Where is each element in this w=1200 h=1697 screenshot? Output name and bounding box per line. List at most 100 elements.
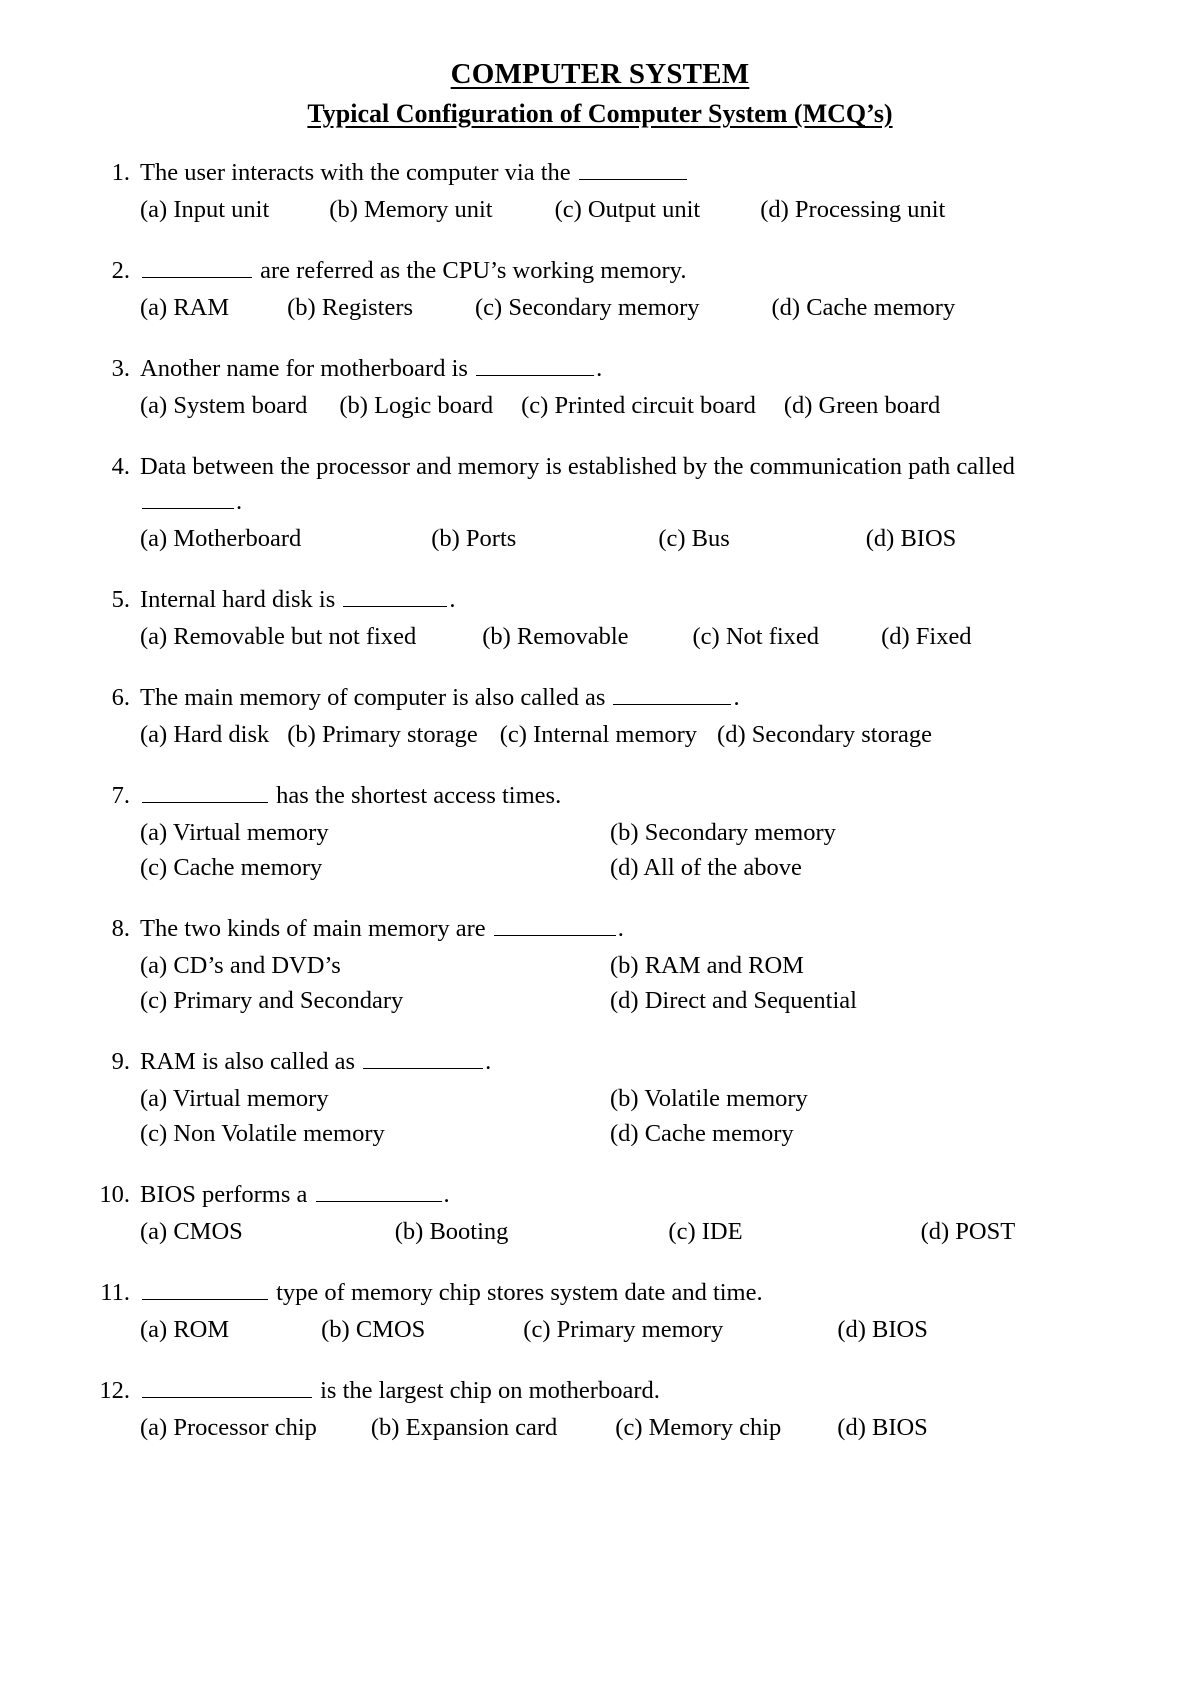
option-choice[interactable]: (b) Ports — [431, 521, 516, 556]
option-list: (a) RAM (b) Registers (c) Secondary memory… — [140, 290, 1114, 325]
question-body: The two kinds of main memory are . (a) CD… — [140, 911, 1114, 1018]
question-body: has the shortest access times. (a) Virtua… — [140, 778, 1114, 885]
option-choice[interactable]: (b) Logic board — [339, 388, 493, 423]
option-choice[interactable]: (c) Output unit — [555, 192, 701, 227]
answer-blank[interactable] — [476, 359, 595, 376]
option-choice[interactable]: (d) Cache memory — [772, 290, 956, 325]
option-choice[interactable]: (b) Expansion card — [371, 1410, 557, 1445]
answer-blank[interactable] — [343, 590, 448, 607]
option-choice[interactable]: (c) IDE — [668, 1214, 742, 1249]
option-list: (a) Motherboard (b) Ports (c) Bus (d) BIOS — [140, 521, 1114, 556]
option-choice[interactable]: (b) CMOS — [321, 1312, 425, 1347]
question-text-before: Data between the processor and memory is… — [140, 453, 1015, 480]
question-item: 7. has the shortest access times. (a) Vir… — [86, 778, 1114, 885]
option-choice[interactable]: (d) All of the above — [610, 850, 1114, 885]
option-choice[interactable]: (b) Memory unit — [329, 192, 492, 227]
question-item: 6. The main memory of computer is also ca… — [86, 680, 1114, 752]
question-number: 4. — [111, 453, 130, 480]
option-choice[interactable]: (c) Not fixed — [693, 619, 820, 654]
question-item: 4. Data between the processor and memory … — [86, 449, 1114, 556]
question-text: has the shortest access times. — [140, 778, 1114, 813]
document-page: COMPUTER SYSTEM Typical Configuration of… — [0, 0, 1200, 1697]
option-list: (a) Hard disk (b) Primary storage (c) Inte… — [140, 717, 1114, 752]
option-choice[interactable]: (d) BIOS — [837, 1312, 928, 1347]
option-choice[interactable]: (d) Cache memory — [610, 1116, 1114, 1151]
question-text-before: Internal hard disk is — [140, 586, 342, 613]
option-choice[interactable]: (a) Hard disk — [140, 717, 269, 752]
option-choice[interactable]: (a) Input unit — [140, 192, 269, 227]
option-list: (a) Virtual memory (b) Volatile memory (c)… — [140, 1081, 1114, 1151]
option-choice[interactable]: (b) Booting — [395, 1214, 509, 1249]
option-choice[interactable]: (a) CMOS — [140, 1214, 243, 1249]
question-text: is the largest chip on motherboard. — [140, 1373, 1114, 1408]
answer-blank[interactable] — [578, 163, 687, 180]
question-number: 9. — [111, 1048, 130, 1075]
option-choice[interactable]: (c) Cache memory — [140, 850, 610, 885]
option-list: (a) CD’s and DVD’s (b) RAM and ROM (c) Pri… — [140, 948, 1114, 1018]
option-choice[interactable]: (c) Secondary memory — [475, 290, 700, 325]
question-item: 9. RAM is also called as . (a) Virtual mem… — [86, 1044, 1114, 1151]
option-choice[interactable]: (c) Primary and Secondary — [140, 983, 610, 1018]
question-text-after: . — [449, 586, 456, 613]
option-choice[interactable]: (a) System board — [140, 388, 307, 423]
option-choice[interactable]: (d) Green board — [784, 388, 940, 423]
option-choice[interactable]: (d) Secondary storage — [717, 717, 932, 752]
question-text: Another name for motherboard is . — [140, 351, 1114, 386]
option-choice[interactable]: (b) RAM and ROM — [610, 948, 1114, 983]
question-text-after: . — [485, 1048, 492, 1075]
answer-blank[interactable] — [142, 261, 252, 278]
option-choice[interactable]: (d) Processing unit — [760, 192, 945, 227]
option-choice[interactable]: (c) Memory chip — [615, 1410, 781, 1445]
option-choice[interactable]: (d) POST — [921, 1214, 1016, 1249]
option-choice[interactable]: (b) Volatile memory — [610, 1081, 1114, 1116]
question-number: 12. — [99, 1377, 130, 1404]
answer-blank[interactable] — [493, 919, 616, 936]
option-choice[interactable]: (a) Motherboard — [140, 521, 301, 556]
question-text: Data between the processor and memory is… — [140, 449, 1114, 519]
option-choice[interactable]: (c) Bus — [658, 521, 729, 556]
option-choice[interactable]: (a) Virtual memory — [140, 1081, 610, 1116]
option-choice[interactable]: (a) Virtual memory — [140, 815, 610, 850]
option-choice[interactable]: (a) RAM — [140, 290, 229, 325]
option-choice[interactable]: (c) Internal memory — [500, 717, 697, 752]
question-text-after: . — [443, 1181, 450, 1208]
option-choice[interactable]: (d) BIOS — [837, 1410, 928, 1445]
question-text-after: . — [733, 684, 740, 711]
answer-blank[interactable] — [613, 688, 732, 705]
answer-blank[interactable] — [363, 1052, 484, 1069]
answer-blank[interactable] — [315, 1185, 442, 1202]
question-item: 8. The two kinds of main memory are . (a) … — [86, 911, 1114, 1018]
question-number: 2. — [111, 257, 130, 284]
question-text-after: has the shortest access times. — [270, 782, 562, 809]
option-choice[interactable]: (a) CD’s and DVD’s — [140, 948, 610, 983]
option-choice[interactable]: (d) Direct and Sequential — [610, 983, 1114, 1018]
question-number: 5. — [111, 586, 130, 613]
question-text: type of memory chip stores system date a… — [140, 1275, 1114, 1310]
option-choice[interactable]: (b) Removable — [482, 619, 628, 654]
answer-blank[interactable] — [142, 492, 234, 509]
question-item: 2. are referred as the CPU’s working mem… — [86, 253, 1114, 325]
option-choice[interactable]: (c) Printed circuit board — [521, 388, 756, 423]
option-choice[interactable]: (a) ROM — [140, 1312, 229, 1347]
answer-blank[interactable] — [142, 786, 268, 803]
option-choice[interactable]: (d) BIOS — [866, 521, 957, 556]
option-choice[interactable]: (d) Fixed — [881, 619, 972, 654]
option-choice[interactable]: (b) Secondary memory — [610, 815, 1114, 850]
option-choice[interactable]: (a) Removable but not fixed — [140, 619, 416, 654]
option-choice[interactable]: (b) Primary storage — [287, 717, 478, 752]
option-choice[interactable]: (b) Registers — [287, 290, 413, 325]
page-title: COMPUTER SYSTEM — [86, 58, 1114, 91]
question-text-after: . — [236, 488, 243, 515]
question-text: The user interacts with the computer via… — [140, 155, 1114, 190]
answer-blank[interactable] — [142, 1381, 312, 1398]
option-choice[interactable]: (a) Processor chip — [140, 1410, 317, 1445]
option-choice[interactable]: (c) Non Volatile memory — [140, 1116, 610, 1151]
question-text-after: is the largest chip on motherboard. — [314, 1377, 660, 1404]
question-item: 3. Another name for motherboard is . (a) S… — [86, 351, 1114, 423]
question-list: 1. The user interacts with the computer v… — [86, 155, 1114, 1445]
question-text-after: type of memory chip stores system date a… — [270, 1279, 763, 1306]
answer-blank[interactable] — [142, 1283, 268, 1300]
question-body: The main memory of computer is also call… — [140, 680, 1114, 752]
option-list: (a) Removable but not fixed (b) Removable… — [140, 619, 1114, 654]
option-choice[interactable]: (c) Primary memory — [523, 1312, 723, 1347]
